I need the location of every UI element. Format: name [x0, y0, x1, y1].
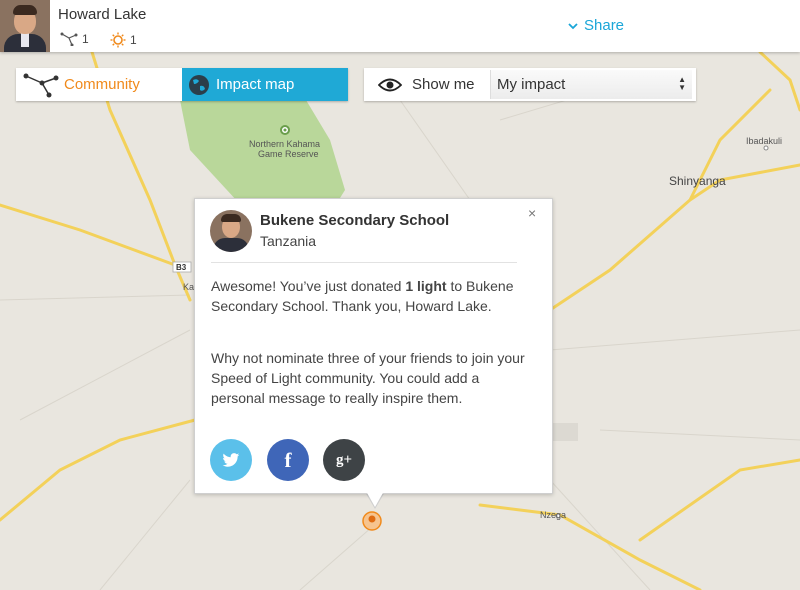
- community-count-value: 1: [82, 32, 89, 46]
- globe-icon: [189, 74, 209, 95]
- donation-amount: 1 light: [405, 278, 447, 294]
- avatar: [0, 0, 50, 52]
- lights-count-value: 1: [130, 33, 137, 47]
- community-network-icon: [60, 32, 78, 46]
- user-name: Howard Lake: [58, 6, 147, 23]
- popup-country: Tanzania: [260, 233, 317, 249]
- popup-school-name: Bukene Secondary School: [260, 212, 450, 229]
- google-plus-share-button[interactable]: g+: [323, 439, 365, 481]
- map-label-ibadakuli: Ibadakuli: [746, 136, 783, 146]
- profile-header: Howard Lake 1 1 Share: [0, 0, 800, 52]
- nominate-message: Why not nominate three of your friends t…: [211, 350, 525, 406]
- map-label-reserve-line2: Game Reserve: [258, 149, 319, 159]
- tab-impact-map[interactable]: Impact map: [182, 68, 348, 101]
- community-network-icon: [23, 73, 59, 97]
- select-arrows-icon: ▲ ▼: [678, 75, 686, 92]
- popup-avatar: [210, 210, 252, 252]
- popup-divider: [211, 262, 517, 263]
- show-me-select[interactable]: My impact ▲ ▼: [490, 70, 692, 99]
- map-label-shinyanga: Shinyanga: [669, 174, 726, 188]
- share-button[interactable]: Share: [568, 17, 624, 34]
- twitter-icon: [222, 452, 240, 467]
- twitter-share-button[interactable]: [210, 439, 252, 481]
- road-shield-b3: B3: [176, 263, 187, 272]
- facebook-icon: f: [284, 447, 292, 472]
- popup-tail: [366, 491, 384, 507]
- donation-popup: Bukene Secondary School Tanzania × Aweso…: [194, 198, 553, 494]
- map-label-nzega: Nzega: [540, 510, 567, 520]
- tab-community[interactable]: Community: [16, 68, 182, 101]
- lights-count: 1: [110, 32, 137, 48]
- show-me-label: Show me: [412, 76, 475, 93]
- tab-impact-map-label: Impact map: [216, 76, 295, 93]
- show-me-selected: My impact: [497, 76, 566, 93]
- view-tabs: Community Impact map: [16, 68, 348, 101]
- community-count: 1: [60, 32, 89, 46]
- close-icon[interactable]: ×: [528, 205, 536, 221]
- share-label: Share: [584, 17, 625, 34]
- donation-message: Awesome! You’ve just donated 1 light to …: [211, 276, 531, 316]
- eye-icon: [378, 78, 402, 91]
- google-plus-icon: g+: [335, 451, 353, 468]
- map-label-ka: Ka: [183, 282, 195, 292]
- sun-light-icon: [110, 32, 126, 48]
- tab-community-label: Community: [64, 76, 140, 93]
- donation-message-prefix: Awesome! You’ve just donated: [211, 278, 406, 294]
- map-label-reserve-line1: Northern Kahama: [249, 139, 321, 149]
- chevron-down-icon: [568, 22, 578, 29]
- facebook-share-button[interactable]: f: [267, 439, 309, 481]
- show-me-filter: Show me My impact ▲ ▼: [364, 68, 696, 101]
